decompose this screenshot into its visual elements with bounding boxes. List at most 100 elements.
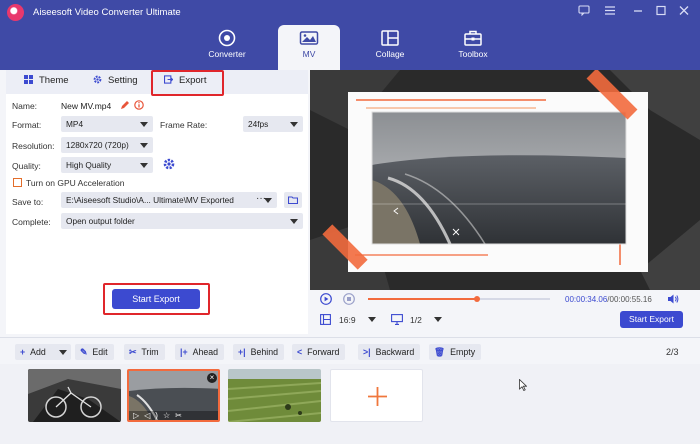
trim-label: Trim — [141, 347, 159, 357]
start-export-highlight — [103, 283, 210, 315]
add-button[interactable]: + Add — [15, 344, 71, 360]
nav-mv-label: MV — [302, 49, 316, 59]
frame-rate-select[interactable]: 24fps — [243, 116, 303, 132]
format-label: Format: — [12, 120, 42, 130]
quality-label: Quality: — [12, 161, 41, 171]
forward-icon: < — [297, 347, 303, 357]
frame-rate-value: 24fps — [248, 119, 269, 129]
ahead-button[interactable]: |+ Ahead — [175, 344, 225, 360]
quality-settings-gear-icon[interactable] — [163, 158, 175, 172]
complete-value: Open output folder — [66, 216, 135, 226]
export-tab-highlight — [151, 70, 224, 96]
aspect-ratio-dropdown-icon[interactable] — [368, 317, 376, 322]
aspect-ratio-value[interactable]: 16:9 — [339, 315, 356, 325]
resolution-select[interactable]: 1280x720 (720p) — [61, 137, 153, 153]
name-value: New MV.mp4 — [61, 101, 112, 111]
edit-button[interactable]: ✎ Edit — [75, 344, 114, 360]
page-dropdown-icon[interactable] — [434, 317, 442, 322]
gpu-checkbox[interactable] — [13, 178, 22, 187]
resolution-label: Resolution: — [12, 141, 55, 151]
clip-counter: 2/3 — [666, 347, 679, 357]
field-image — [228, 369, 321, 422]
title-bar: Aiseesoft Video Converter Ultimate Conve… — [0, 0, 700, 70]
total-time: 00:00:55.16 — [609, 295, 652, 304]
page-value[interactable]: 1/2 — [410, 315, 422, 325]
name-label: Name: — [12, 101, 38, 111]
frame-rate-label: Frame Rate: — [160, 120, 208, 130]
clip-actions-icons[interactable]: ▷◁)☆✂ — [133, 411, 187, 420]
feedback-icon[interactable] — [578, 5, 590, 19]
backward-label: Backward — [375, 347, 415, 357]
empty-button[interactable]: 🗑 Empty — [429, 344, 482, 360]
backward-icon: >| — [363, 347, 371, 357]
app-title: Aiseesoft Video Converter Ultimate — [33, 7, 181, 18]
save-path-value: E:\Aiseesoft Studio\A... Ultimate\MV Exp… — [66, 195, 234, 205]
preview-start-export-button[interactable]: Start Export — [620, 311, 683, 328]
volume-button[interactable] — [667, 293, 679, 307]
browse-more-button[interactable]: ··· — [256, 193, 266, 204]
minimize-icon[interactable] — [632, 5, 644, 19]
nav-collage-label: Collage — [375, 49, 405, 59]
export-panel: Theme Setting Export Name: New MV.mp4 Fo… — [6, 70, 308, 334]
remove-clip-icon[interactable]: × — [207, 373, 217, 383]
panel-tabs: Theme Setting Export — [6, 70, 308, 96]
nav-converter-label: Converter — [208, 49, 246, 59]
menu-icon[interactable] — [604, 5, 616, 19]
add-dropdown-icon[interactable] — [59, 350, 67, 355]
tab-setting[interactable]: Setting — [93, 75, 138, 86]
ahead-label: Ahead — [192, 347, 219, 357]
behind-button[interactable]: +| Behind — [233, 344, 285, 360]
stop-button[interactable] — [343, 293, 355, 307]
edit-name-icon[interactable] — [120, 100, 130, 112]
trim-button[interactable]: ✂ Trim — [124, 344, 165, 360]
behind-label: Behind — [250, 347, 279, 357]
theme-icon — [24, 75, 33, 84]
forward-label: Forward — [307, 347, 340, 357]
progress-fill — [368, 298, 478, 300]
tab-setting-label: Setting — [108, 75, 138, 86]
app-logo-icon — [7, 4, 24, 21]
clip-thumbnail-3[interactable] — [228, 369, 321, 422]
edit-icon: ✎ — [80, 347, 88, 357]
backward-button[interactable]: >| Backward — [358, 344, 421, 360]
quality-select[interactable]: High Quality — [61, 157, 153, 173]
video-preview — [310, 70, 700, 290]
empty-label: Empty — [450, 347, 476, 357]
current-time: 00:00:34.06 — [565, 295, 608, 304]
info-icon[interactable] — [134, 100, 144, 112]
mv-icon — [299, 31, 319, 45]
plus-icon: + — [20, 347, 26, 357]
progress-handle[interactable] — [474, 296, 481, 302]
nav-converter[interactable]: Converter — [196, 25, 258, 70]
folder-icon — [288, 196, 298, 205]
nav-toolbox[interactable]: Toolbox — [442, 25, 504, 70]
gear-icon — [93, 75, 102, 84]
nav-collage[interactable]: Collage — [359, 25, 421, 70]
close-icon[interactable] — [678, 5, 690, 19]
open-folder-button[interactable] — [284, 192, 302, 208]
collage-icon — [381, 30, 399, 46]
add-clip-placeholder[interactable] — [330, 369, 423, 422]
clip-thumbnail-2-selected[interactable]: × ▷◁)☆✂ — [127, 369, 220, 422]
progress-track[interactable] — [368, 296, 550, 302]
format-select[interactable]: MP4 — [61, 116, 153, 132]
toolbox-icon — [464, 30, 482, 46]
clip-thumbnail-1[interactable] — [28, 369, 121, 422]
gpu-label: Turn on GPU Acceleration — [26, 178, 125, 188]
complete-select[interactable]: Open output folder — [61, 213, 303, 229]
trash-icon: 🗑 — [434, 347, 446, 357]
converter-icon — [218, 29, 236, 47]
bicycle-image — [28, 369, 121, 422]
scissors-icon: ✂ — [129, 347, 137, 357]
nav-mv[interactable]: MV — [278, 25, 340, 70]
add-label: Add — [30, 347, 46, 357]
tab-theme[interactable]: Theme — [24, 75, 69, 86]
save-path-field[interactable]: E:\Aiseesoft Studio\A... Ultimate\MV Exp… — [61, 192, 277, 208]
maximize-icon[interactable] — [655, 5, 667, 19]
forward-button[interactable]: < Forward — [292, 344, 346, 360]
monitor-icon — [391, 314, 403, 327]
edit-label: Edit — [92, 347, 108, 357]
behind-icon: +| — [238, 347, 246, 357]
format-value: MP4 — [66, 119, 84, 129]
play-button[interactable] — [320, 293, 332, 307]
